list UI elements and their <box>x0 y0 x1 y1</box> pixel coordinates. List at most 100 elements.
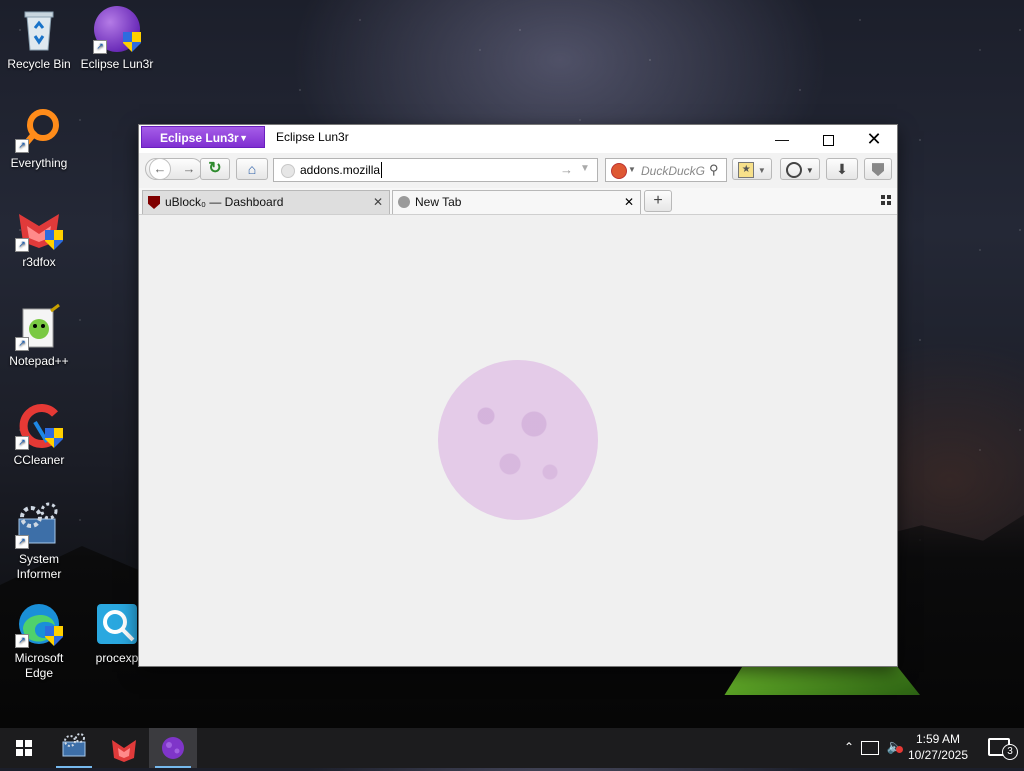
desktop-icon-notepadpp[interactable]: ↗ Notepad++ <box>0 303 78 369</box>
r3dfox-icon <box>112 740 136 762</box>
back-arrow-icon: ← <box>149 158 171 180</box>
engine-dropdown-icon: ▼ <box>628 165 636 174</box>
tab-label: New Tab <box>415 195 462 209</box>
desktop-icon-eclipse-lun3r[interactable]: ↗ Eclipse Lun3r <box>78 6 156 72</box>
desktop-icon-label: Recycle Bin <box>7 57 71 71</box>
duckduckgo-engine-icon[interactable] <box>611 163 627 179</box>
bookmarks-button[interactable]: ★ ▼ <box>732 158 772 180</box>
app-menu-button[interactable]: Eclipse Lun3r ▼ <box>141 126 265 148</box>
desktop-icon-label: Eclipse Lun3r <box>80 57 154 71</box>
shortcut-arrow-icon: ↗ <box>15 436 29 450</box>
minimize-button[interactable]: — <box>759 125 805 153</box>
go-arrow-icon[interactable]: → <box>560 162 573 177</box>
desktop-icon-label: r3dfox <box>22 255 56 269</box>
forward-arrow-icon: → <box>182 161 196 176</box>
history-button[interactable]: ▼ <box>780 158 820 180</box>
download-arrow-icon: ⬇ <box>836 161 848 177</box>
ublock-shield-icon <box>872 163 884 177</box>
taskbar-system-informer[interactable] <box>50 728 98 768</box>
bookmark-star-icon: ★ <box>738 161 755 178</box>
taskbar-clock[interactable]: 1:59 AM 10/27/2025 <box>908 731 968 763</box>
desktop-icon-label: Everything <box>10 156 68 170</box>
caret-down-icon: ▼ <box>239 133 248 143</box>
notepadpp-icon: ↗ <box>15 303 63 351</box>
taskbar-eclipse-lun3r[interactable] <box>149 728 197 768</box>
desktop-icon-label: Notepad++ <box>9 354 69 368</box>
system-informer-icon: ↗ <box>15 501 63 549</box>
window-title: Eclipse Lun3r <box>276 130 349 144</box>
close-button[interactable]: ✕ <box>851 125 897 153</box>
desktop-icon-r3dfox[interactable]: ↗ r3dfox <box>0 204 78 270</box>
mute-badge-icon <box>895 746 903 753</box>
reload-icon: ↻ <box>208 160 222 177</box>
desktop-icon-recycle-bin[interactable]: Recycle Bin <box>0 6 78 72</box>
desktop-icon-ccleaner[interactable]: ↗ CCleaner <box>0 402 78 468</box>
back-button[interactable]: ← <box>146 158 174 180</box>
downloads-button[interactable]: ⬇ <box>826 158 858 180</box>
shortcut-arrow-icon: ↗ <box>15 337 29 351</box>
ublock-toolbar-button[interactable] <box>864 158 892 180</box>
url-bar[interactable]: addons.mozilla → ▼ <box>273 158 598 182</box>
tab-close-icon[interactable]: ✕ <box>373 191 383 213</box>
desktop-icon-microsoft-edge[interactable]: ↗ Microsoft Edge <box>0 600 78 681</box>
eclipse-lun3r-icon: ↗ <box>93 6 141 54</box>
forward-button[interactable]: → <box>178 159 200 179</box>
start-button[interactable] <box>0 728 48 768</box>
url-input[interactable]: addons.mozilla <box>300 163 380 177</box>
url-dropdown-icon[interactable]: ▼ <box>580 163 590 174</box>
text-cursor <box>381 162 382 178</box>
shortcut-arrow-icon: ↗ <box>15 634 29 648</box>
home-icon: ⌂ <box>247 161 257 177</box>
everything-icon: ↗ <box>15 105 63 153</box>
ublock-shield-icon <box>148 196 160 209</box>
reload-button[interactable]: ↻ <box>200 158 230 180</box>
ccleaner-icon: ↗ <box>15 402 63 450</box>
tab-ublock-dashboard[interactable]: uBlock₀ — Dashboard ✕ <box>142 190 390 214</box>
moon-logo-icon <box>438 360 598 520</box>
tab-label: uBlock₀ — Dashboard <box>165 195 284 209</box>
edge-icon: ↗ <box>15 600 63 648</box>
title-bar[interactable]: Eclipse Lun3r ▼ Eclipse Lun3r — ✕ <box>139 125 897 153</box>
volume-tray-button[interactable]: 🔈 <box>887 738 904 755</box>
grid-icon <box>881 195 891 205</box>
eclipse-lun3r-icon <box>162 737 184 759</box>
home-button[interactable]: ⌂ <box>236 158 268 180</box>
network-tray-button[interactable] <box>861 741 879 755</box>
globe-icon <box>281 164 295 178</box>
new-tab-page <box>139 215 897 666</box>
notification-count-badge: 3 <box>1002 744 1018 760</box>
desktop-icon-label: CCleaner <box>13 453 65 467</box>
shortcut-arrow-icon: ↗ <box>15 535 29 549</box>
desktop-icon-system-informer[interactable]: ↗ System Informer <box>0 501 78 582</box>
r3dfox-icon: ↗ <box>15 204 63 252</box>
plus-icon: + <box>653 192 663 209</box>
shortcut-arrow-icon: ↗ <box>15 139 29 153</box>
clock-time: 1:59 AM <box>915 732 960 746</box>
taskbar-r3dfox[interactable] <box>100 728 148 768</box>
tab-close-icon[interactable]: ✕ <box>624 191 634 213</box>
system-informer-icon <box>62 733 86 757</box>
chevron-down-icon: ▼ <box>757 166 766 175</box>
desktop-icon-label: Microsoft Edge <box>14 651 64 680</box>
shortcut-arrow-icon: ↗ <box>15 238 29 252</box>
new-tab-button[interactable]: + <box>644 190 672 212</box>
tab-bar: uBlock₀ — Dashboard ✕ New Tab ✕ + <box>139 188 897 215</box>
recycle-bin-icon <box>15 6 63 54</box>
procexp-icon <box>93 600 141 648</box>
clock-icon <box>786 161 803 178</box>
search-icon[interactable]: ⚲ <box>709 162 719 178</box>
close-icon: ✕ <box>866 129 882 149</box>
action-center-button[interactable]: 3 <box>988 738 1018 760</box>
tab-list-button[interactable] <box>881 195 891 205</box>
tab-new-tab[interactable]: New Tab ✕ <box>392 190 641 214</box>
back-forward-group: ← → <box>145 158 203 180</box>
minimize-icon: — <box>775 131 789 147</box>
maximize-button[interactable] <box>805 125 851 153</box>
windows-logo-icon <box>16 740 32 756</box>
chevron-up-icon: ⌃ <box>843 740 854 754</box>
search-input[interactable]: DuckDuckG <box>641 164 705 178</box>
maximize-icon <box>822 134 834 146</box>
search-bar[interactable]: ▼ DuckDuckG ⚲ <box>605 158 727 182</box>
desktop-icon-everything[interactable]: ↗ Everything <box>0 105 78 171</box>
show-hidden-icons-button[interactable]: ⌃ <box>844 740 854 754</box>
